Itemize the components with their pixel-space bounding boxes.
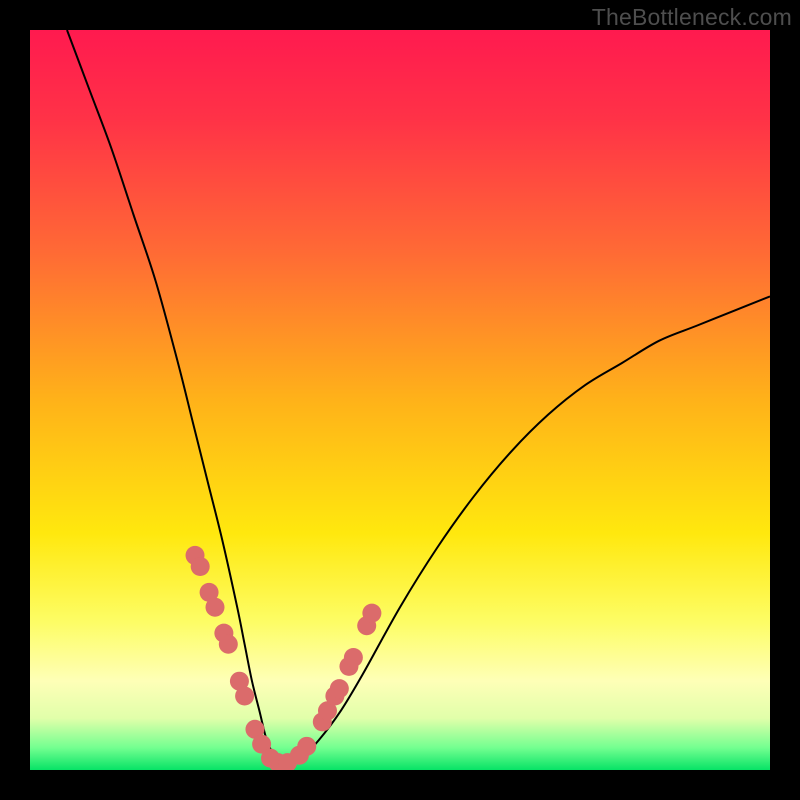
highlighted-points (186, 546, 382, 770)
highlight-dot (362, 604, 381, 623)
highlight-dot (191, 557, 210, 576)
curve-layer (30, 30, 770, 770)
highlight-dot (344, 648, 363, 667)
highlight-dot (206, 598, 225, 617)
bottleneck-curve (67, 30, 770, 764)
plot-area (30, 30, 770, 770)
highlight-dot (297, 737, 316, 756)
chart-frame: TheBottleneck.com (0, 0, 800, 800)
highlight-dot (235, 687, 254, 706)
highlight-dot (330, 679, 349, 698)
highlight-dot (219, 635, 238, 654)
watermark-label: TheBottleneck.com (592, 4, 792, 31)
